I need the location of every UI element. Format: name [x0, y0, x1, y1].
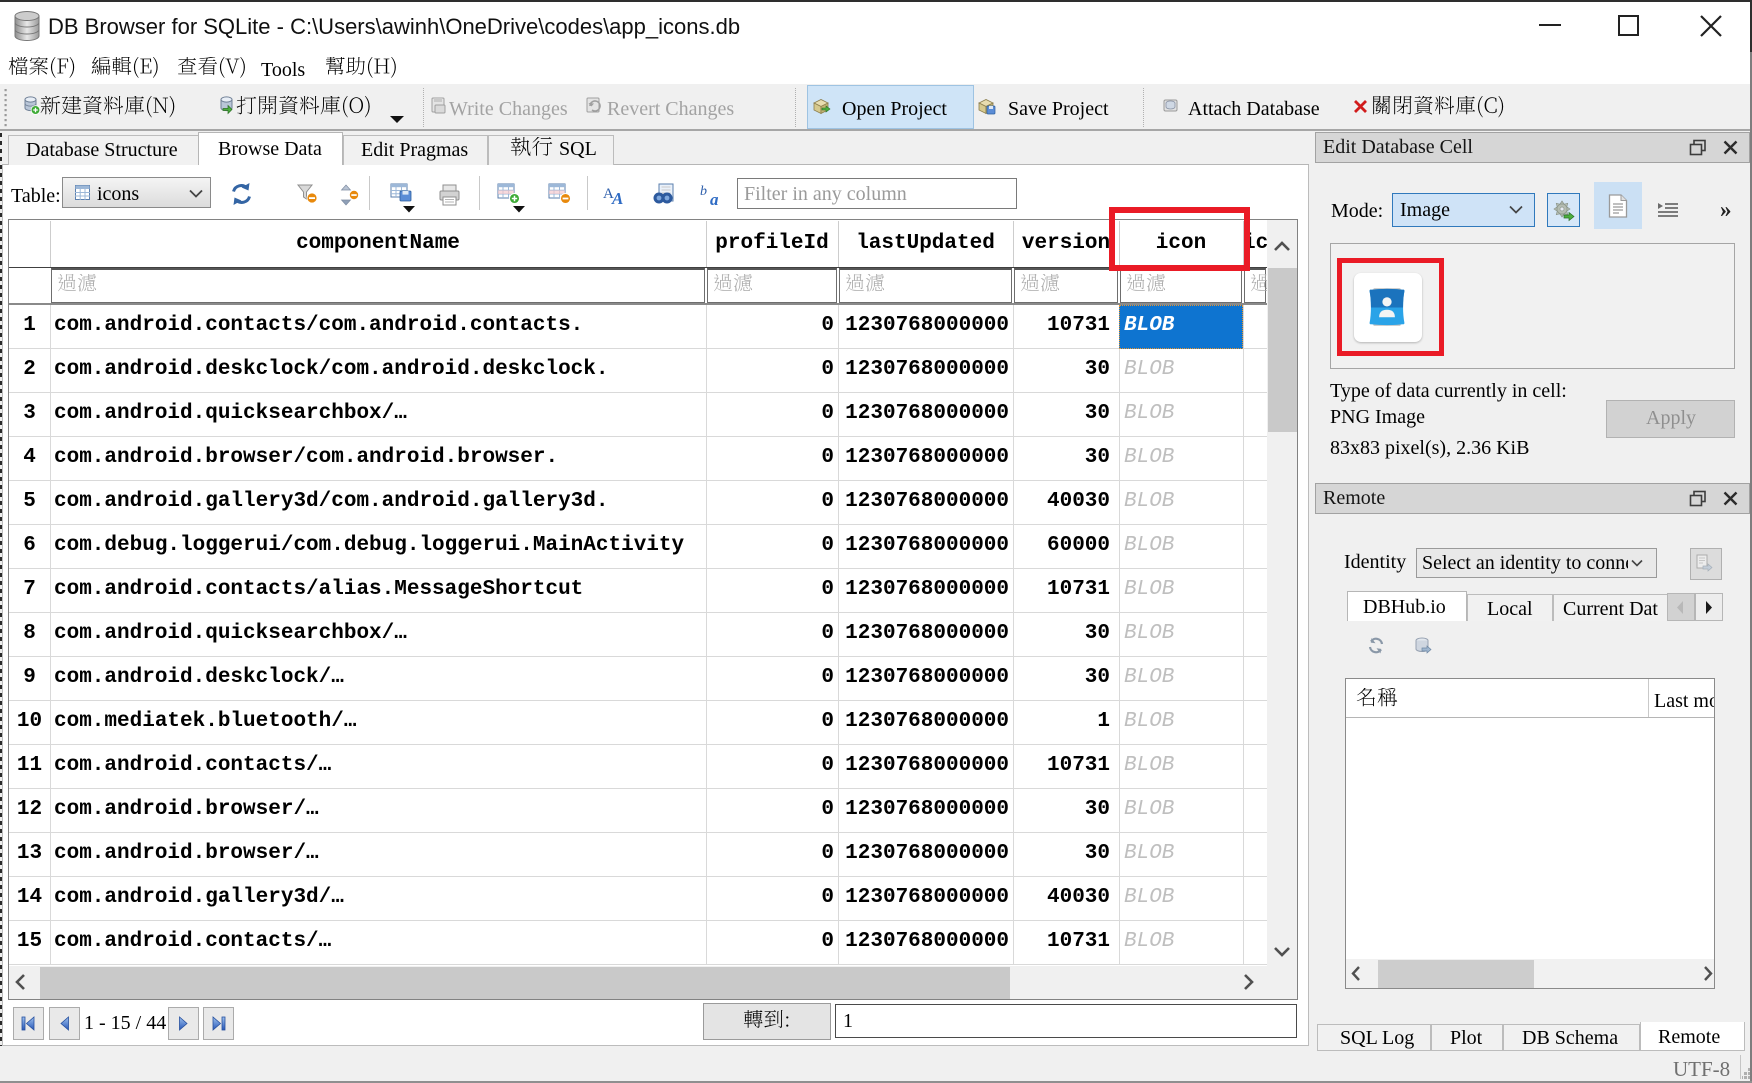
svg-text:A: A — [611, 189, 623, 206]
svg-text:a: a — [710, 190, 719, 207]
svg-text:b: b — [700, 184, 707, 199]
